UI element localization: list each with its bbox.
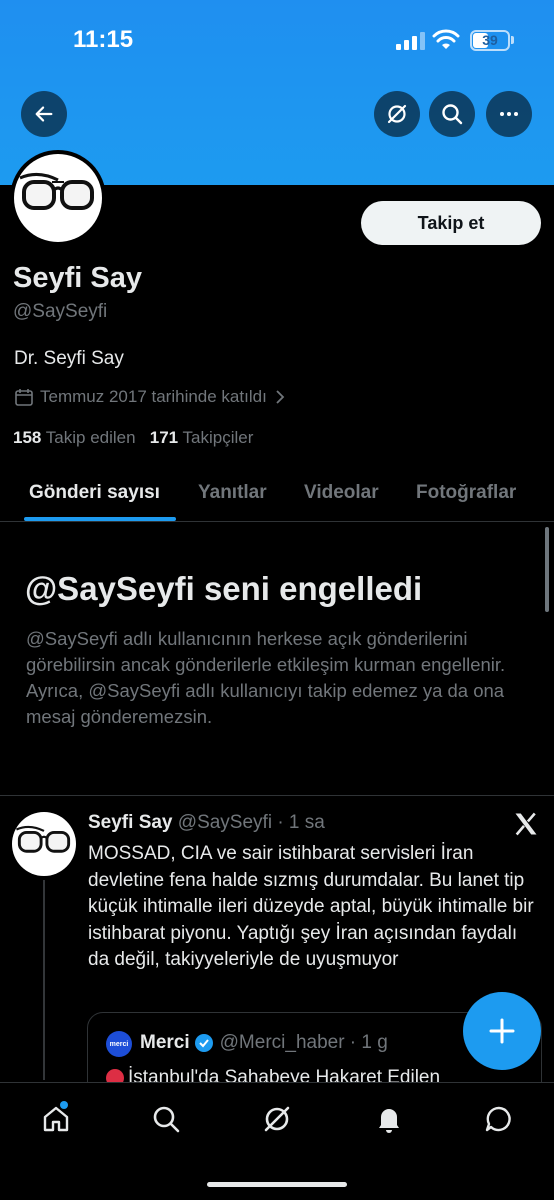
tab-replies[interactable]: Yanıtlar xyxy=(198,482,267,504)
nav-search[interactable] xyxy=(148,1101,184,1137)
quote-author-name: Merci xyxy=(140,1032,190,1053)
divider xyxy=(0,795,554,796)
grok-icon xyxy=(264,1106,290,1132)
search-button[interactable] xyxy=(429,91,475,137)
wifi-icon xyxy=(432,29,460,49)
followers-label: Takipçiler xyxy=(182,428,254,447)
notification-dot xyxy=(60,1101,68,1109)
battery-level: 39 xyxy=(482,32,498,48)
battery-icon: 39 xyxy=(470,30,510,51)
plus-icon xyxy=(489,1018,515,1044)
arrow-left-icon xyxy=(35,106,53,122)
profile-tabs: Gönderi sayısı Yanıtlar Videolar Fotoğra… xyxy=(0,470,554,522)
nav-notifications[interactable] xyxy=(371,1101,407,1137)
tweet-avatar[interactable] xyxy=(12,812,76,876)
blocked-description: @SaySeyfi adlı kullanıcının herkese açık… xyxy=(26,628,506,727)
thread-line xyxy=(43,880,45,1080)
tab-posts[interactable]: Gönderi sayısı xyxy=(29,482,160,504)
tab-videos[interactable]: Videolar xyxy=(304,482,379,504)
home-indicator[interactable] xyxy=(207,1182,347,1187)
quote-header: Merci @Merci_haber · 1 g xyxy=(140,1032,388,1054)
x-logo-icon xyxy=(515,812,537,836)
following-link[interactable]: 158 Takip edilen xyxy=(13,428,136,447)
cellular-signal-icon xyxy=(396,32,425,50)
nav-messages[interactable] xyxy=(481,1101,517,1137)
quote-meta: @Merci_haber · 1 g xyxy=(219,1032,388,1053)
active-tab-indicator xyxy=(24,517,176,521)
profile-avatar[interactable] xyxy=(10,150,106,246)
more-button[interactable] xyxy=(486,91,532,137)
status-bar: 11:15 39 xyxy=(0,0,554,80)
profile-handle: @SaySeyfi xyxy=(13,301,108,322)
follow-button[interactable]: Takip et xyxy=(361,201,541,245)
home-icon xyxy=(43,1106,69,1132)
search-icon xyxy=(153,1106,180,1133)
followers-count: 171 xyxy=(149,428,179,447)
following-label: Takip edilen xyxy=(45,428,136,447)
tweet-author-name[interactable]: Seyfi Say xyxy=(88,812,173,833)
tab-photos[interactable]: Fotoğraflar xyxy=(416,482,516,504)
following-count: 158 xyxy=(13,428,42,447)
back-button[interactable] xyxy=(21,91,67,137)
tweet-header: Seyfi Say @SaySeyfi · 1 sa xyxy=(88,812,325,834)
followers-link[interactable]: 171 Takipçiler xyxy=(150,428,254,447)
blocked-title: @SaySeyfi seni engelledi xyxy=(25,570,423,607)
messages-icon xyxy=(485,1106,511,1132)
chevron-right-icon xyxy=(276,390,285,404)
bell-icon xyxy=(379,1109,399,1133)
quote-avatar: merci xyxy=(106,1031,132,1057)
tweet-meta: @SaySeyfi · 1 sa xyxy=(177,812,325,833)
tweet-text: MOSSAD, CIA ve sair istihbarat servisler… xyxy=(88,843,534,970)
glasses-image xyxy=(19,173,94,210)
profile-bio: Dr. Seyfi Say xyxy=(14,348,124,369)
scrollbar[interactable] xyxy=(545,527,549,612)
profile-name: Seyfi Say xyxy=(13,262,142,294)
nav-home[interactable] xyxy=(38,1101,74,1137)
calendar-icon xyxy=(15,389,33,406)
grok-icon xyxy=(387,104,407,124)
search-icon xyxy=(442,104,463,125)
compose-button[interactable] xyxy=(463,992,541,1070)
glasses-image xyxy=(16,825,71,853)
status-time: 11:15 xyxy=(73,26,134,53)
nav-grok[interactable] xyxy=(259,1101,295,1137)
grok-button[interactable] xyxy=(374,91,420,137)
more-horizontal-icon xyxy=(500,112,518,116)
joined-date-row[interactable]: Temmuz 2017 tarihinde katıldı xyxy=(14,387,295,407)
joined-text: Temmuz 2017 tarihinde katıldı xyxy=(40,387,267,406)
follow-stats: 158 Takip edilen 171 Takipçiler xyxy=(13,428,253,448)
verified-badge-icon xyxy=(194,1034,213,1052)
battery-cap xyxy=(511,36,514,44)
